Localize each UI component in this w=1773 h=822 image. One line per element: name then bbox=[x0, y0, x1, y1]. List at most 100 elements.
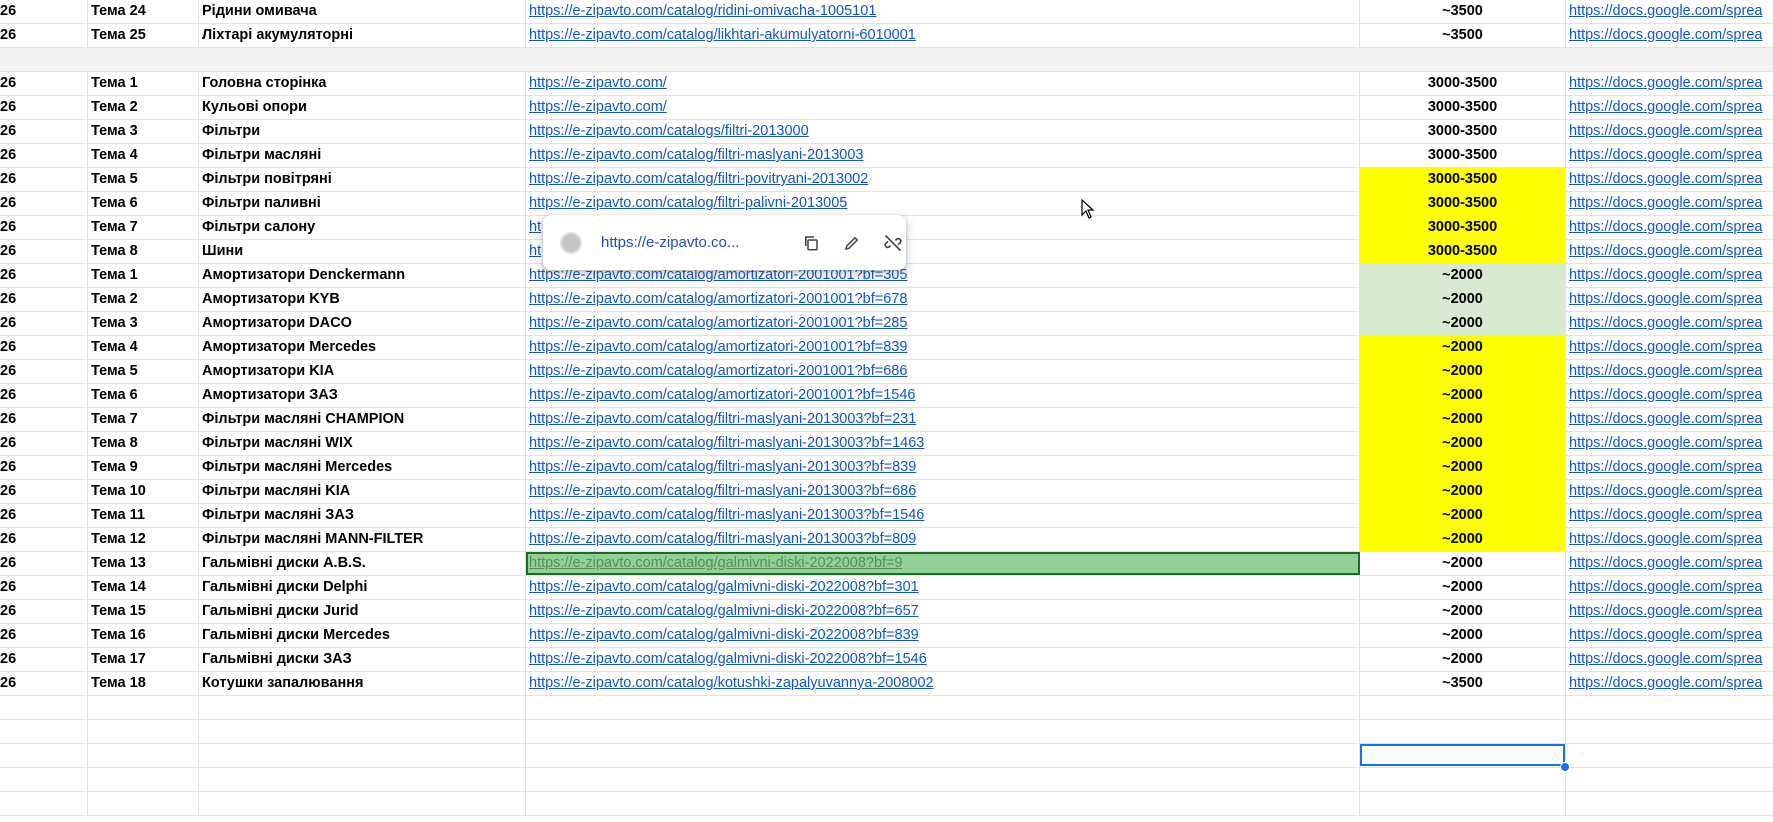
cell-url[interactable]: https://e-zipavto.com/ bbox=[526, 72, 1360, 95]
cell-week[interactable]: 26 bbox=[0, 264, 88, 287]
cell-doc-link[interactable]: https://docs.google.com/sprea bbox=[1566, 168, 1773, 191]
cell-url-text[interactable]: ht bbox=[529, 219, 541, 235]
table-row[interactable]: 26 Тема 3 Амортизатори DACO https://e-zipav… bbox=[0, 312, 1773, 336]
cell-doc-link[interactable]: https://docs.google.com/sprea bbox=[1566, 480, 1773, 503]
cell-url-text[interactable]: https://e-zipavto.com/catalog/kotushki-z… bbox=[529, 675, 934, 691]
cell-topic-name[interactable]: Гальмівні диски A.B.S. bbox=[199, 552, 526, 575]
cell-topic-name[interactable]: Фільтри масляні ЗАЗ bbox=[199, 504, 526, 527]
empty-cell[interactable] bbox=[0, 792, 88, 815]
cell-doc-link-text[interactable]: https://docs.google.com/sprea bbox=[1569, 291, 1762, 307]
cell-doc-link[interactable]: https://docs.google.com/sprea bbox=[1566, 312, 1773, 335]
cell-doc-link[interactable]: https://docs.google.com/sprea bbox=[1566, 216, 1773, 239]
cell-price[interactable]: 3000-3500 bbox=[1360, 96, 1566, 119]
cell-doc-link-text[interactable]: https://docs.google.com/sprea bbox=[1569, 555, 1762, 571]
cell-topic-name[interactable]: Гальмівні диски Jurid bbox=[199, 600, 526, 623]
cell-price[interactable]: 3000-3500 bbox=[1360, 144, 1566, 167]
cell-doc-link-text[interactable]: https://docs.google.com/sprea bbox=[1569, 483, 1762, 499]
cell-url-text[interactable]: https://e-zipavto.com/catalog/filtri-pov… bbox=[529, 171, 868, 187]
cell-topic-name[interactable]: Фільтри масляні bbox=[199, 144, 526, 167]
cell-doc-link-text[interactable]: https://docs.google.com/sprea bbox=[1569, 147, 1762, 163]
cell-price[interactable]: ~2000 bbox=[1360, 312, 1566, 335]
table-row[interactable]: 26 Тема 2 Амортизатори KYB https://e-zipavt… bbox=[0, 288, 1773, 312]
cell-topic-number[interactable]: Тема 7 bbox=[88, 408, 199, 431]
cell-topic-name[interactable]: Амортизатори KIA bbox=[199, 360, 526, 383]
cell-url-text[interactable]: https://e-zipavto.com/catalog/galmivni-d… bbox=[529, 579, 919, 595]
cell-doc-link-text[interactable]: https://docs.google.com/sprea bbox=[1569, 627, 1762, 643]
cell-url[interactable]: https://e-zipavto.com/catalog/filtri-mas… bbox=[526, 408, 1360, 431]
empty-cell[interactable] bbox=[88, 744, 199, 767]
cell-topic-number[interactable]: Тема 7 bbox=[88, 216, 199, 239]
cell-price[interactable]: ~2000 bbox=[1360, 480, 1566, 503]
cell-url[interactable]: https://e-zipavto.com/catalog/amortizato… bbox=[526, 384, 1360, 407]
cell-url-text[interactable]: https://e-zipavto.com/catalog/filtri-mas… bbox=[529, 147, 863, 163]
cell-topic-name[interactable]: Ліхтарі акумуляторні bbox=[199, 24, 526, 47]
cell-week[interactable]: 26 bbox=[0, 624, 88, 647]
cell-doc-link[interactable]: https://docs.google.com/sprea bbox=[1566, 384, 1773, 407]
empty-row[interactable] bbox=[0, 720, 1773, 744]
cell-topic-number[interactable]: Тема 25 bbox=[88, 24, 199, 47]
cell-topic-number[interactable]: Тема 3 bbox=[88, 312, 199, 335]
cell-doc-link-text[interactable]: https://docs.google.com/sprea bbox=[1569, 267, 1762, 283]
cell-doc-link[interactable]: https://docs.google.com/sprea bbox=[1566, 192, 1773, 215]
cell-url[interactable]: https://e-zipavto.com/catalog/kotushki-z… bbox=[526, 672, 1360, 695]
table-row[interactable]: 26 Тема 12 Фільтри масляні MANN-FILTER http… bbox=[0, 528, 1773, 552]
cell-price[interactable]: ~2000 bbox=[1360, 624, 1566, 647]
cell-topic-name[interactable]: Амортизатори ЗАЗ bbox=[199, 384, 526, 407]
cell-week[interactable]: 26 bbox=[0, 360, 88, 383]
cell-topic-number[interactable]: Тема 1 bbox=[88, 72, 199, 95]
popup-link-url[interactable]: https://e-zipavto.co... bbox=[601, 234, 781, 251]
cell-url-text[interactable]: https://e-zipavto.com/catalog/amortizato… bbox=[529, 315, 907, 331]
cell-doc-link-text[interactable]: https://docs.google.com/sprea bbox=[1569, 339, 1762, 355]
table-row[interactable]: 26 Тема 2 Кульові опори https://e-zipavto.c… bbox=[0, 96, 1773, 120]
empty-cell[interactable] bbox=[1360, 696, 1566, 719]
cell-price[interactable]: ~2000 bbox=[1360, 408, 1566, 431]
cell-price[interactable]: 3000-3500 bbox=[1360, 168, 1566, 191]
cell-url[interactable]: https://e-zipavto.com/catalog/ridini-omi… bbox=[526, 0, 1360, 23]
cell-url[interactable]: https://e-zipavto.com/catalog/galmivni-d… bbox=[526, 624, 1360, 647]
cell-doc-link-text[interactable]: https://docs.google.com/sprea bbox=[1569, 363, 1762, 379]
cell-url[interactable]: https://e-zipavto.com/catalog/filtri-mas… bbox=[526, 480, 1360, 503]
cell-price[interactable]: 3000-3500 bbox=[1360, 72, 1566, 95]
cell-price[interactable]: ~3500 bbox=[1360, 0, 1566, 23]
cell-doc-link[interactable]: https://docs.google.com/sprea bbox=[1566, 552, 1773, 575]
table-row[interactable]: 26 Тема 11 Фільтри масляні ЗАЗ https://e-zi… bbox=[0, 504, 1773, 528]
cell-week[interactable]: 26 bbox=[0, 312, 88, 335]
cell-week[interactable]: 26 bbox=[0, 192, 88, 215]
cell-topic-number[interactable]: Тема 9 bbox=[88, 456, 199, 479]
remove-link-button[interactable] bbox=[882, 232, 904, 254]
empty-row[interactable] bbox=[0, 792, 1773, 816]
cell-url-text[interactable]: https://e-zipavto.com/catalog/filtri-mas… bbox=[529, 507, 924, 523]
cell-url-text[interactable]: https://e-zipavto.com/catalogs/filtri-20… bbox=[529, 123, 809, 139]
cell-topic-name[interactable]: Фільтри bbox=[199, 120, 526, 143]
cell-url[interactable]: https://e-zipavto.com/catalog/filtri-mas… bbox=[526, 456, 1360, 479]
cell-topic-number[interactable]: Тема 16 bbox=[88, 624, 199, 647]
cell-topic-name[interactable]: Фільтри салону bbox=[199, 216, 526, 239]
cell-url[interactable]: https://e-zipavto.com/catalog/amortizato… bbox=[526, 336, 1360, 359]
cell-url[interactable]: https://e-zipavto.com/catalog/filtri-pal… bbox=[526, 192, 1360, 215]
cell-week[interactable]: 26 bbox=[0, 384, 88, 407]
cell-doc-link[interactable]: https://docs.google.com/sprea bbox=[1566, 504, 1773, 527]
cell-url-text[interactable]: https://e-zipavto.com/catalog/galmivni-d… bbox=[529, 603, 919, 619]
cell-topic-name[interactable]: Рідини омивача bbox=[199, 0, 526, 23]
cell-doc-link-text[interactable]: https://docs.google.com/sprea bbox=[1569, 507, 1762, 523]
cell-url[interactable]: https://e-zipavto.com/catalog/galmivni-d… bbox=[526, 648, 1360, 671]
cell-doc-link-text[interactable]: https://docs.google.com/sprea bbox=[1569, 3, 1762, 19]
cell-topic-name[interactable]: Фільтри паливні bbox=[199, 192, 526, 215]
cell-doc-link-text[interactable]: https://docs.google.com/sprea bbox=[1569, 651, 1762, 667]
empty-cell[interactable] bbox=[526, 768, 1360, 791]
cell-price[interactable]: 3000-3500 bbox=[1360, 240, 1566, 263]
table-row[interactable]: 26 Тема 15 Гальмівні диски Jurid https://e-… bbox=[0, 600, 1773, 624]
cell-topic-number[interactable]: Тема 12 bbox=[88, 528, 199, 551]
cell-url[interactable]: https://e-zipavto.com/catalog/amortizato… bbox=[526, 360, 1360, 383]
cell-doc-link[interactable]: https://docs.google.com/sprea bbox=[1566, 240, 1773, 263]
cell-week[interactable]: 26 bbox=[0, 408, 88, 431]
cell-url[interactable]: https://e-zipavto.com/catalog/filtri-mas… bbox=[526, 504, 1360, 527]
cell-topic-name[interactable]: Гальмівні диски Delphi bbox=[199, 576, 526, 599]
cell-doc-link-text[interactable]: https://docs.google.com/sprea bbox=[1569, 531, 1762, 547]
cell-url-text[interactable]: https://e-zipavto.com/catalog/galmivni-d… bbox=[529, 651, 927, 667]
cell-url[interactable]: https://e-zipavto.com/catalog/galmivni-d… bbox=[526, 552, 1360, 575]
table-row[interactable]: 26 Тема 9 Фільтри масляні Mercedes https://… bbox=[0, 456, 1773, 480]
cell-topic-name[interactable]: Фільтри масляні KIA bbox=[199, 480, 526, 503]
table-row[interactable]: 26 Тема 13 Гальмівні диски A.B.S. https://e… bbox=[0, 552, 1773, 576]
empty-cell[interactable] bbox=[88, 792, 199, 815]
